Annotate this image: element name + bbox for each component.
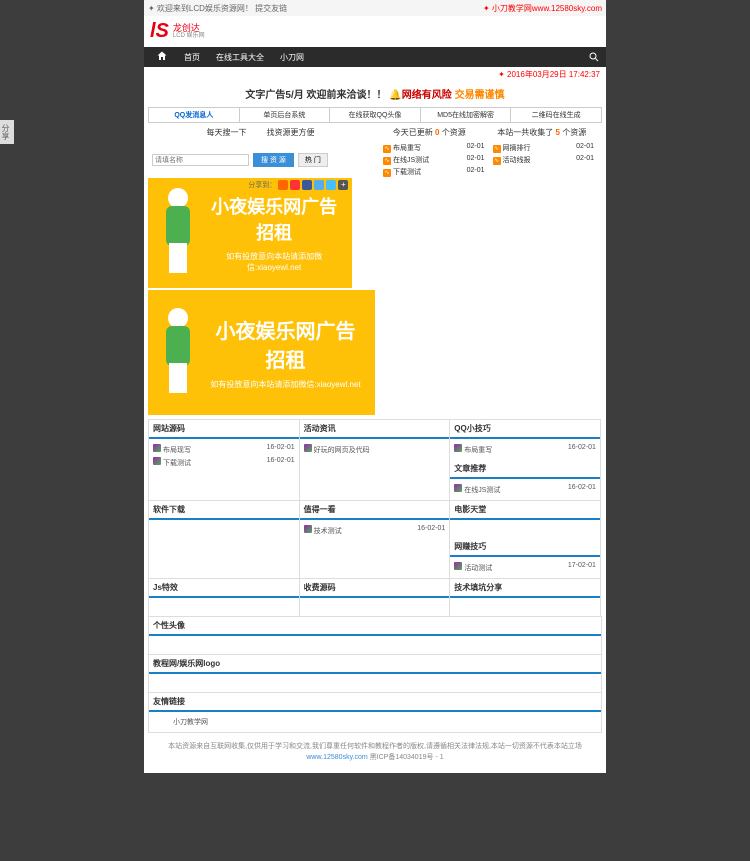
list-item[interactable]: 布局现写16-02-01 — [153, 443, 295, 456]
section-soft: 软件下载 — [148, 500, 300, 579]
res-item[interactable]: ∿下载测试02-01 — [379, 166, 489, 178]
hot-button[interactable]: 热 门 — [298, 153, 328, 167]
section-source: 网站源码 布局现写16-02-01 下载测试16-02-01 — [148, 419, 300, 501]
list-item[interactable]: 布局重写16-02-01 — [454, 443, 596, 456]
tool-tab-md5[interactable]: MD5在线加密解密 — [421, 108, 512, 122]
share-icon[interactable] — [278, 180, 288, 190]
res-item[interactable]: ∿在线JS测试02-01 — [379, 154, 489, 166]
thumb-icon — [454, 444, 462, 452]
stats-total: 本站一共收集了 5 个资源 — [497, 127, 586, 138]
promo-link[interactable]: ✦ 小刀教学网www.12580sky.com — [483, 3, 602, 14]
list-item[interactable]: 活动测试17-02-01 — [454, 561, 596, 574]
ad-banner-2[interactable]: 小夜娱乐网广告招租如有投放意向本站请添加微信:xiaoyewl.net — [148, 290, 375, 415]
list-item[interactable]: 下载测试16-02-01 — [153, 456, 295, 469]
banner-mascot — [158, 188, 198, 278]
section-links: 友情链接小刀教学网 — [148, 692, 602, 733]
list-item[interactable]: 在线JS测试16-02-01 — [454, 483, 596, 496]
stats-slogan1: 每天搜一下 — [207, 127, 247, 138]
search-row: 搜 资 源 热 门 — [148, 142, 375, 178]
section-qq: QQ小技巧 布局重写16-02-01 文章推荐 在线JS测试16-02-01 — [449, 419, 601, 501]
ad-banner-text: 文字广告5/月 欢迎前来洽谈！！ 🔔网络有风险 交易需谨慎 — [144, 82, 606, 105]
datetime: ✦ 2016年03月29日 17:42:37 — [144, 67, 606, 82]
submit-link[interactable]: 提交友链 — [255, 4, 287, 13]
thumb-icon — [153, 457, 161, 465]
nav-tools[interactable]: 在线工具大全 — [208, 52, 272, 63]
welcome-text: ✦ 欢迎来到LCD娱乐资源网！ 提交友链 — [148, 3, 287, 14]
share-icon-plus[interactable]: + — [338, 180, 348, 190]
nav-home[interactable]: 首页 — [176, 52, 208, 63]
stats-row: 每天搜一下 找资源更方便 今天已更新 0 个资源 本站一共收集了 5 个资源 — [148, 125, 602, 140]
list-item[interactable]: 技术测试16-02-01 — [304, 524, 446, 537]
nav-home-icon[interactable] — [148, 50, 176, 64]
thumb-icon — [304, 525, 312, 533]
share-bar: 分享到： + — [248, 180, 348, 190]
search-button[interactable]: 搜 资 源 — [253, 153, 294, 167]
logo-row: lS 龙创达 LCD 娱乐网 — [144, 16, 606, 47]
section-paid: 收费源码 — [299, 578, 451, 617]
section-movie: 电影天堂 网赚技巧活动测试17-02-01 — [449, 500, 601, 579]
logo-mark: lS — [150, 20, 169, 43]
tool-tab-avatar[interactable]: 在线获取QQ头像 — [330, 108, 421, 122]
rss-icon: ∿ — [493, 145, 501, 153]
section-worth: 值得一看技术测试16-02-01 — [299, 500, 451, 579]
rss-icon: ∿ — [383, 145, 391, 153]
section-avatar: 个性头像 — [148, 616, 602, 655]
friend-link[interactable]: 小刀教学网 — [153, 716, 597, 728]
logo-text: 龙创达 LCD 娱乐网 — [173, 24, 205, 39]
rss-icon: ∿ — [383, 157, 391, 165]
rss-icon: ∿ — [493, 157, 501, 165]
tool-tab-single[interactable]: 单页后台系统 — [240, 108, 331, 122]
footer-link[interactable]: www.12580sky.com — [306, 754, 367, 761]
tool-tab-qq[interactable]: QQ发消息人 — [149, 108, 240, 122]
section-js: Js特效 — [148, 578, 300, 617]
tool-tabs: QQ发消息人 单页后台系统 在线获取QQ头像 MD5在线加密解密 二维码在线生成 — [148, 107, 602, 123]
share-icon[interactable] — [290, 180, 300, 190]
rss-icon: ∿ — [383, 169, 391, 177]
side-share-tab[interactable]: 分享 — [0, 120, 14, 144]
stats-slogan2: 找资源更方便 — [267, 127, 315, 138]
ad-banner-1[interactable]: 分享到： + 小夜娱乐网广告招租如有投放意向本站请添加微信:xiaoyewl.n… — [148, 178, 352, 288]
thumb-icon — [153, 444, 161, 452]
thumb-icon — [304, 444, 312, 452]
section-tech: 技术填坑分享 — [449, 578, 601, 617]
stats-today: 今天已更新 0 个资源 — [393, 127, 466, 138]
list-item[interactable]: 好玩的网页及代码 — [304, 443, 446, 456]
res-item[interactable]: ∿活动线报02-01 — [489, 154, 599, 166]
res-item[interactable]: ∿布局重写02-01 — [379, 142, 489, 154]
share-icon[interactable] — [302, 180, 312, 190]
share-icon[interactable] — [326, 180, 336, 190]
share-icon[interactable] — [314, 180, 324, 190]
main-nav: 首页 在线工具大全 小刀网 — [144, 47, 606, 67]
topbar: ✦ 欢迎来到LCD娱乐资源网！ 提交友链 ✦ 小刀教学网www.12580sky… — [144, 0, 606, 16]
resource-list: ∿布局重写02-01 ∿网摘排行02-01 ∿在线JS测试02-01 ∿活动线报… — [375, 142, 602, 178]
banner-mascot — [158, 308, 198, 398]
nav-xiaodao[interactable]: 小刀网 — [272, 52, 312, 63]
thumb-icon — [454, 484, 462, 492]
tool-tab-qr[interactable]: 二维码在线生成 — [511, 108, 601, 122]
res-item[interactable]: ∿网摘排行02-01 — [489, 142, 599, 154]
section-logo: 教程网/娱乐网logo — [148, 654, 602, 693]
search-input[interactable] — [152, 154, 249, 166]
thumb-icon — [454, 562, 462, 570]
section-news: 活动资讯 好玩的网页及代码 — [299, 419, 451, 501]
footer: 本站资源来自互联网收集,仅供用于学习和交流,我们尊重任何软件和教程作者的版权,请… — [144, 732, 606, 773]
sections-grid: 网站源码 布局现写16-02-01 下载测试16-02-01 活动资讯 好玩的网… — [148, 419, 602, 732]
banner-area: 分享到： + 小夜娱乐网广告招租如有投放意向本站请添加微信:xiaoyewl.n… — [144, 178, 606, 415]
search-icon[interactable] — [588, 51, 600, 63]
page-container: ✦ 欢迎来到LCD娱乐资源网！ 提交友链 ✦ 小刀教学网www.12580sky… — [144, 0, 606, 773]
